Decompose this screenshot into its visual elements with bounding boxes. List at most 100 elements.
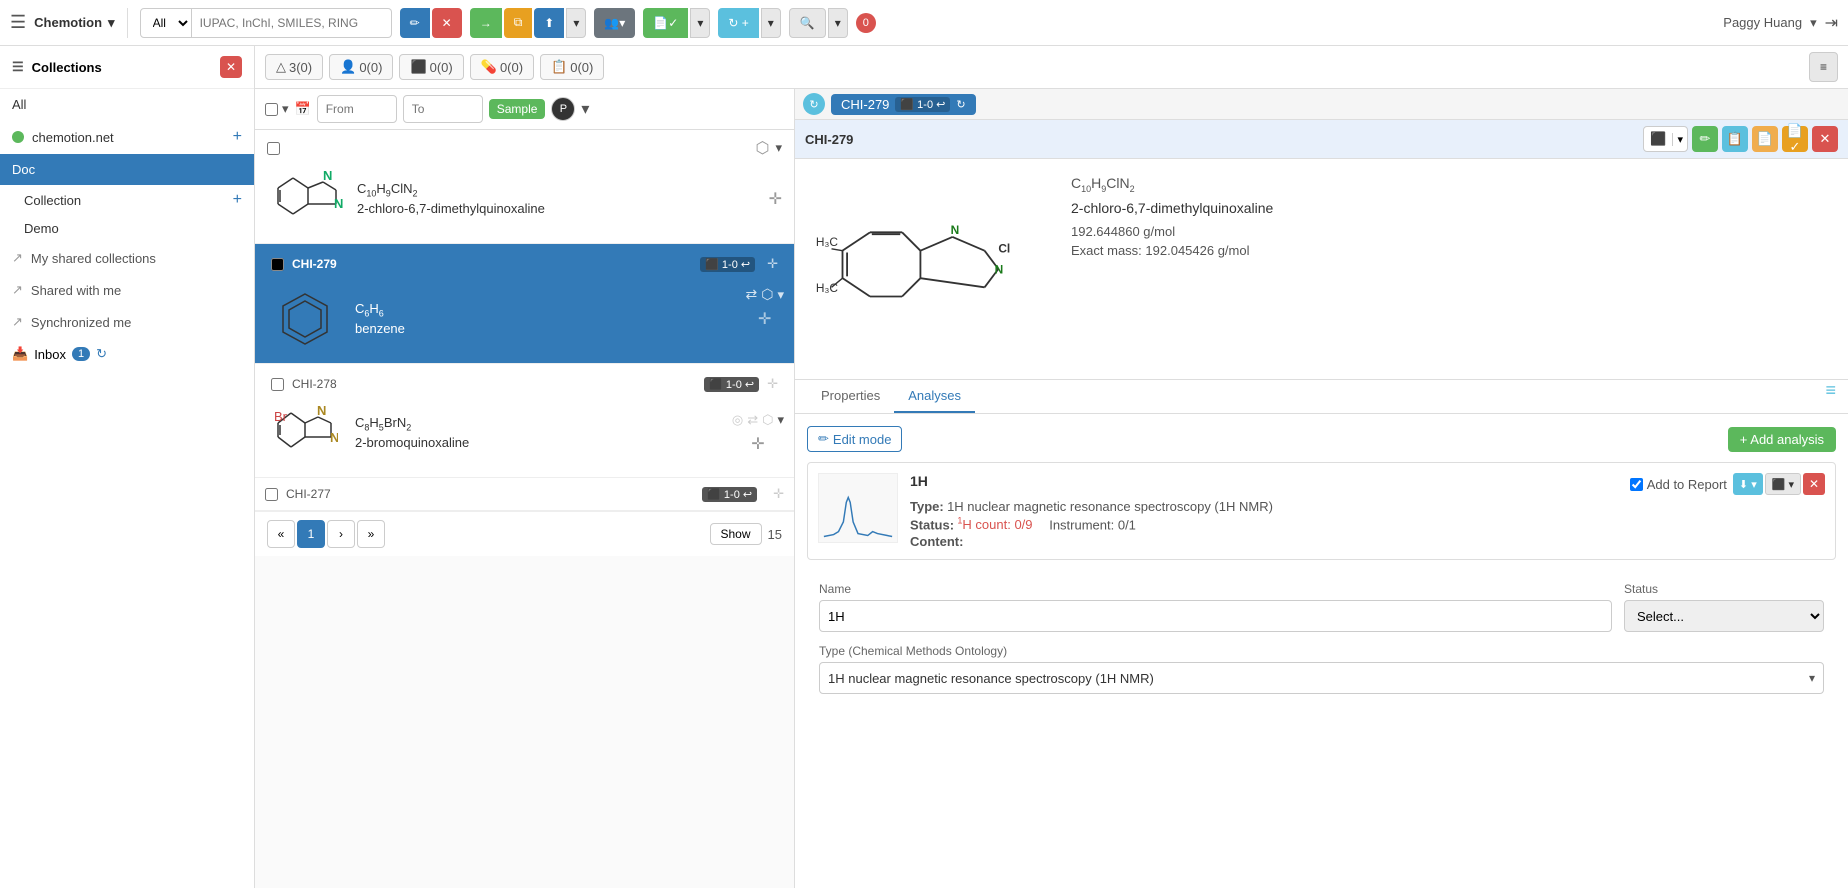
copy-button[interactable]: ⧉ [504, 8, 533, 38]
show-group: Show 15 [710, 523, 783, 545]
detail-share-button[interactable]: 📄 [1752, 126, 1778, 152]
row-checkbox-chi279[interactable] [271, 258, 284, 271]
drag-icon-chi279[interactable]: ✛ [767, 256, 778, 272]
brand-caret[interactable]: ▾ [108, 15, 115, 31]
sidebar-item-demo[interactable]: Demo [0, 215, 254, 242]
expand-icon-0[interactable]: ▾ [775, 140, 782, 156]
analysis-download-btn[interactable]: ⬇ ▾ [1733, 473, 1763, 495]
type-select-caret[interactable]: ▾ [1809, 671, 1815, 685]
detail-meta-area: C10H9ClN2 2-chloro-6,7-dimethylquinoxali… [1055, 159, 1848, 379]
detail-delete-button[interactable]: ✕ [1812, 126, 1838, 152]
tab-wellplates[interactable]: ⬛ 0(0) [399, 54, 463, 80]
action1-caret[interactable]: ▾ [566, 8, 586, 38]
row-checkbox-chi277[interactable] [265, 488, 278, 501]
analysis-view-btn[interactable]: ⬛ ▾ [1765, 473, 1801, 495]
sidebar-item-synchronized[interactable]: ↗ Synchronized me [0, 306, 254, 338]
drag-icon-chi278[interactable]: ✛ [767, 376, 778, 392]
user-caret[interactable]: ▾ [1810, 15, 1817, 31]
analysis-delete-btn[interactable]: ✕ [1803, 473, 1825, 495]
detail-refresh-icon[interactable]: ↻ [803, 93, 825, 115]
sidebar-item-my-shared[interactable]: ↗ My shared collections [0, 242, 254, 274]
hamburger-icon[interactable]: ☰ [10, 12, 26, 33]
table-row[interactable]: ⬡ ▾ [255, 130, 794, 244]
detail-copy-button[interactable]: 📋 [1722, 126, 1748, 152]
sidebar-item-all[interactable]: All [0, 89, 254, 120]
detail-edit-button[interactable]: ✏ [1692, 126, 1718, 152]
synchronized-label: Synchronized me [31, 315, 131, 330]
sort-button[interactable]: ≡ [1809, 52, 1838, 82]
from-input[interactable] [317, 95, 397, 123]
page-1-button[interactable]: 1 [297, 520, 325, 548]
drag-icon-chi277[interactable]: ✛ [773, 486, 784, 502]
delete-button[interactable]: ✕ [432, 8, 462, 38]
sidebar-item-collection[interactable]: Collection + [0, 185, 254, 215]
sync-caret[interactable]: ▾ [761, 8, 781, 38]
name-input[interactable] [819, 600, 1612, 632]
collection-add-icon[interactable]: + [233, 191, 242, 209]
move-icon-0[interactable]: ✛ [769, 189, 782, 209]
detail-format-button[interactable]: 📄✓ [1782, 126, 1808, 152]
page-last-button[interactable]: » [357, 520, 385, 548]
pagination: « 1 › » Show 15 [255, 511, 794, 556]
edit-mode-button[interactable]: ✏ Edit mode [807, 426, 902, 452]
manage-button[interactable]: 👥▾ [594, 8, 635, 38]
format-button[interactable]: 📄✓ [643, 8, 688, 38]
sidebar-title: ☰ Collections [12, 59, 102, 75]
structure-svg-0: N N [268, 168, 346, 230]
detail-view-caret[interactable]: ▾ [1672, 133, 1687, 146]
search2-caret[interactable]: ▾ [828, 8, 848, 38]
sidebar-item-doc[interactable]: Doc [0, 154, 254, 185]
filter-p-button[interactable]: P [551, 97, 575, 121]
search-type-select[interactable]: All [140, 8, 192, 38]
expand-icon-chi278[interactable]: ▾ [777, 412, 784, 428]
tab-analyses[interactable]: Analyses [894, 380, 975, 413]
nmr-graph [819, 492, 897, 542]
tab-properties[interactable]: Properties [807, 380, 894, 413]
search2-button[interactable]: 🔍 [789, 8, 826, 38]
forward-button[interactable]: → [470, 8, 502, 38]
page-next-button[interactable]: › [327, 520, 355, 548]
share-button[interactable]: ⬆ [534, 8, 564, 38]
sync-button[interactable]: ↻ + [718, 8, 758, 38]
row-checkbox-0[interactable] [267, 142, 280, 155]
status-select[interactable]: Select... [1624, 600, 1824, 632]
table-row[interactable]: CHI-278 ⬛ 1-0 ↩ ✛ [255, 364, 794, 478]
page-first-button[interactable]: « [267, 520, 295, 548]
table-row[interactable]: CHI-277 ⬛ 1-0 ↩ ✛ [255, 478, 794, 511]
table-row[interactable]: CHI-279 ⬛ 1-0 ↩ ✛ C6H6 [255, 244, 794, 364]
detail-tab-close-icon[interactable]: ↻ [956, 98, 965, 111]
format-caret[interactable]: ▾ [690, 8, 710, 38]
chi278-svg: N N Br [273, 405, 338, 460]
to-input[interactable] [403, 95, 483, 123]
tab-reactions[interactable]: 👤 0(0) [329, 54, 393, 80]
filter-down-icon[interactable]: ▾ [581, 99, 589, 119]
edit-button[interactable]: ✏ [400, 8, 430, 38]
inbox-refresh-icon[interactable]: ↻ [96, 346, 107, 362]
expand-icon-chi279[interactable]: ▾ [777, 287, 784, 303]
chemotion-add-icon[interactable]: + [233, 128, 242, 146]
sidebar-item-shared-with-me[interactable]: ↗ Shared with me [0, 274, 254, 306]
logout-icon[interactable]: ⇥ [1825, 13, 1838, 33]
tab-screens[interactable]: 💊 0(0) [470, 54, 534, 80]
search-input[interactable] [192, 8, 392, 38]
move-icon-chi279[interactable]: ✛ [758, 309, 771, 329]
form-row-1: Name Status Select... [819, 582, 1824, 632]
reaction-icon: 👤 [340, 59, 356, 75]
add-analysis-button[interactable]: + Add analysis [1728, 427, 1836, 452]
synchronized-icon: ↗ [12, 314, 23, 330]
checkbox-caret[interactable]: ▾ [282, 101, 289, 117]
add-to-report-checkbox[interactable] [1630, 478, 1643, 491]
sidebar-close-button[interactable]: ✕ [220, 56, 242, 78]
select-all-checkbox[interactable] [265, 103, 278, 116]
analysis-content-label: Content: [910, 534, 1825, 549]
sidebar-item-chemotion[interactable]: chemotion.net + [0, 120, 254, 154]
notification-badge[interactable]: 0 [856, 13, 876, 33]
row-checkbox-chi278[interactable] [271, 378, 284, 391]
notes-icon[interactable]: ≡ [1825, 380, 1836, 413]
show-button[interactable]: Show [710, 523, 762, 545]
navbar: ☰ Chemotion ▾ All ✏ ✕ → ⧉ ⬆ ▾ 👥▾ 📄✓ ▾ ↻ … [0, 0, 1848, 46]
tab-molecules[interactable]: △ 3(0) [265, 54, 323, 80]
move-icon-chi278[interactable]: ✛ [751, 434, 764, 454]
tab-research[interactable]: 📋 0(0) [540, 54, 604, 80]
sidebar-inbox[interactable]: 📥 Inbox 1 ↻ [0, 338, 254, 370]
